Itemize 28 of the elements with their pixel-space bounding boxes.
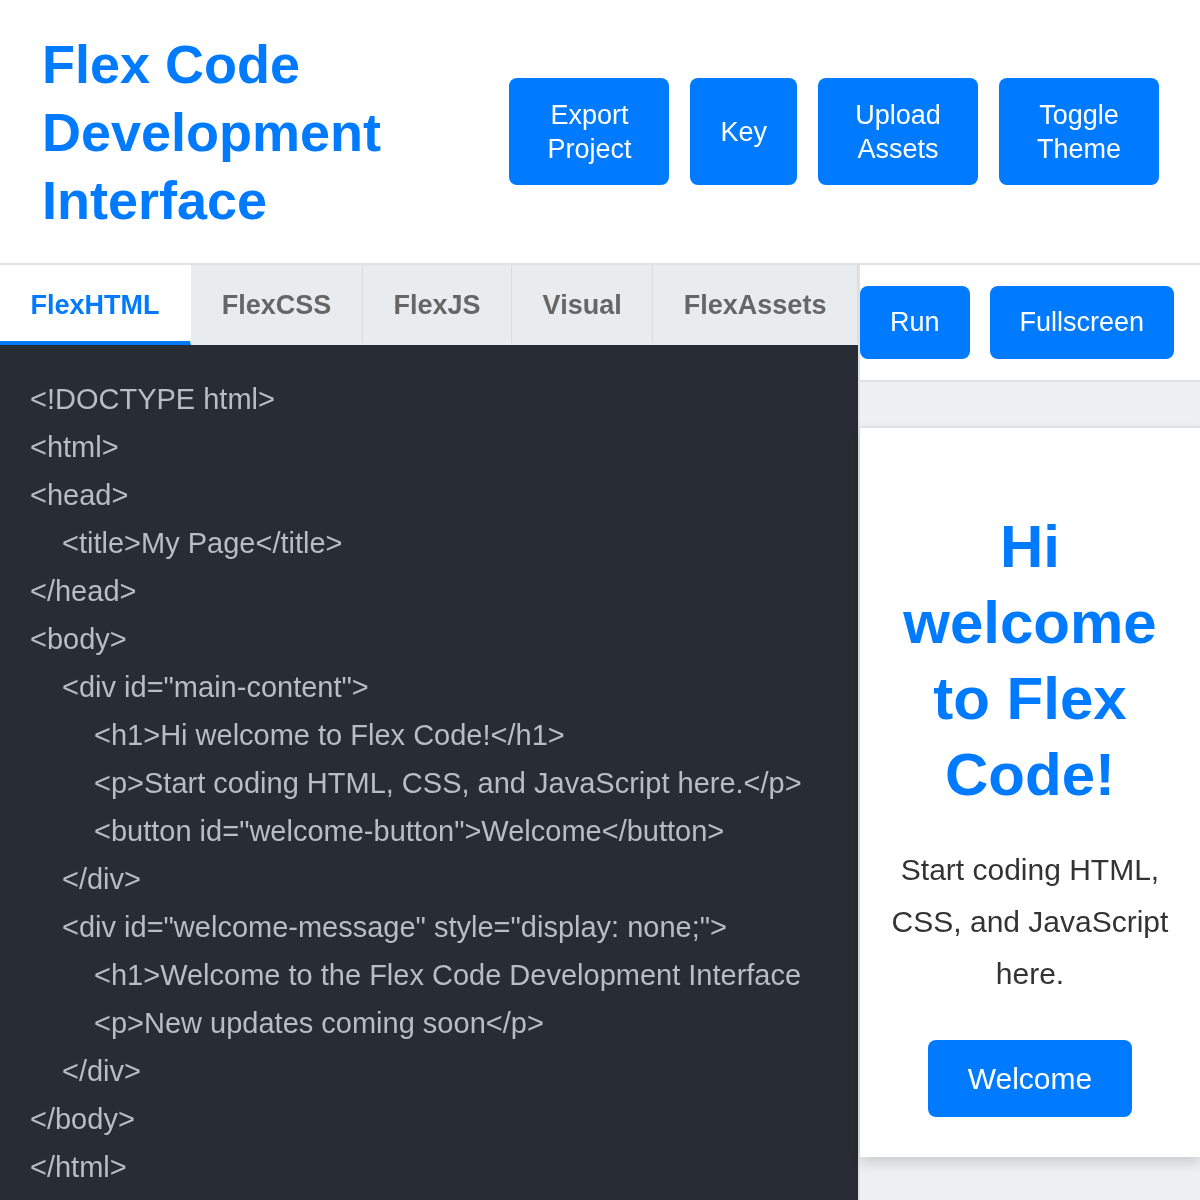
code-line: <html> [30, 430, 119, 465]
fullscreen-button[interactable]: Fullscreen [989, 286, 1175, 359]
code-line: <p>Start coding HTML, CSS, and JavaScript here.</p> [94, 766, 802, 801]
preview-text: Start coding HTML, CSS, and JavaScript here. [890, 852, 1170, 992]
code-line: </body> [30, 1102, 135, 1137]
code-line: <div id="welcome-message" style="display: none;"> [62, 910, 728, 945]
app-title: Flex Code Development Interface [42, 32, 383, 232]
editor-tab[interactable]: FlexHTML [0, 265, 192, 345]
code-line: </head> [30, 574, 137, 609]
code-line: </div> [62, 1054, 141, 1089]
code-line: <head> [30, 478, 129, 513]
welcome-button[interactable]: Welcome [927, 1040, 1133, 1117]
code-line: <div id="main-content"> [62, 670, 369, 705]
code-line: <h1>Hi welcome to Flex Code!</h1> [94, 718, 565, 753]
upload-button[interactable]: Upload Assets [818, 78, 978, 185]
run-button[interactable]: Run [860, 286, 970, 359]
preview-heading: Hi welcome to Flex Code! [902, 512, 1158, 810]
code-line: <p>New updates coming soon</p> [94, 1006, 544, 1041]
code-line: <body> [30, 622, 127, 657]
export-button[interactable]: Export Project [509, 78, 670, 185]
code-line: </div> [62, 862, 141, 897]
key-button[interactable]: Key [690, 78, 797, 185]
code-line: </html> [30, 1150, 127, 1185]
code-line: <button id="welcome-button">Welcome</button> [94, 814, 725, 849]
code-line: <title>My Page</title> [62, 526, 343, 561]
code-line: <h1>Welcome to the Flex Code Development Interface [94, 958, 802, 993]
code-line: <!DOCTYPE html> [30, 382, 275, 417]
theme-button[interactable]: Toggle Theme [999, 78, 1159, 185]
